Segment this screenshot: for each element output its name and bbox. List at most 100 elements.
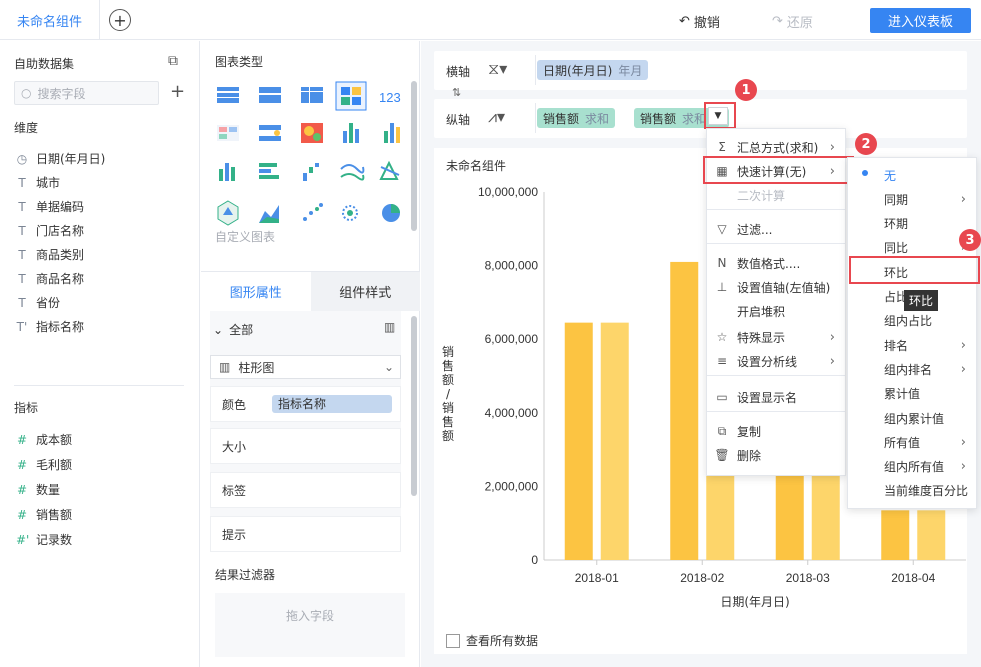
measure-field-item[interactable]: # 数量 [16,481,60,498]
submenu-item[interactable]: 环期 [848,214,976,234]
chart-type-scrollbar[interactable] [411,81,417,231]
dimension-icon: T [18,223,26,238]
y-tick-label: 2,000,000 [485,479,539,493]
color-field-pill[interactable]: 指标名称 [272,395,392,413]
menu-item[interactable]: ☆ 特殊显示 › [707,327,845,347]
submenu-item[interactable]: 累计值 [848,384,976,404]
menu-item[interactable]: Σ 汇总方式(求和) › [707,137,845,157]
dimension-field-item[interactable]: T 商品名称 [16,270,84,287]
dimension-icon: T [18,247,26,262]
ratio-highlight [849,256,980,284]
area-chart-icon [259,205,279,223]
add-field-icon[interactable]: + [170,81,185,102]
chevron-right-icon: › [960,191,966,207]
submenu-item-label: 所有值 [884,435,921,450]
swap-axis-icon[interactable]: ⇅ [452,86,461,99]
axis-divider [535,55,536,85]
measure-field-item[interactable]: # 成本额 [16,431,72,448]
menu-item[interactable]: ⧉ 复制 [707,421,845,441]
submenu-item[interactable]: 同比› [848,238,976,258]
dimension-field-item[interactable]: T 门店名称 [16,222,84,239]
submenu-item[interactable]: 排名 › [848,335,976,355]
submenu-item[interactable]: 当前维度百分比 [848,481,976,501]
measure-field-item[interactable]: #' 记录数 [16,531,72,548]
measure-field-item[interactable]: # 销售额 [16,506,72,523]
label-property[interactable]: 标签 [210,472,401,508]
menu-divider [707,243,845,244]
submenu-item[interactable]: 同期 › [848,189,976,209]
pane-divider[interactable] [14,385,184,386]
enter-dashboard-button[interactable]: 进入仪表板 [870,8,971,33]
property-tabs: 图形属性 组件样式 [201,271,420,311]
menu-item[interactable]: 开启堆积 [707,301,845,321]
tooltip-property[interactable]: 提示 [210,516,401,552]
menu-icon: ⊥ [716,280,728,294]
menu-icon: ▽ [717,222,727,236]
x-axis-type-icon[interactable]: ⧖▾ [488,59,507,79]
chevron-right-icon: › [960,337,966,353]
measure-field-item[interactable]: # 毛利额 [16,456,72,473]
field-dropdown-button[interactable]: ▼ [708,107,728,125]
menu-item[interactable]: ⊥ 设置值轴(左值轴) [707,277,845,297]
redo-icon: ↷ [772,14,783,29]
measure-icon: # [16,507,28,522]
dimension-field-item[interactable]: ◷ 日期(年月日) [16,150,106,167]
dimension-icon: T [18,175,26,190]
color-property[interactable]: 颜色 指标名称 [210,386,401,422]
menu-icon: N [717,256,727,270]
y-tick-label: 6,000,000 [485,332,539,346]
bar-chart-small-icon[interactable]: ▥ [384,320,395,334]
property-scrollbar[interactable] [411,316,417,496]
menu-icon: Σ [718,140,726,154]
axis-divider [535,103,536,133]
menu-item[interactable]: ≡ 设置分析线 › [707,351,845,371]
submenu-item[interactable]: 无 [848,165,976,185]
bar[interactable] [917,510,946,560]
size-property[interactable]: 大小 [210,428,401,464]
filter-drop-zone[interactable]: 拖入字段 [215,593,405,657]
switch-dataset-icon[interactable]: ⧉ [168,53,178,69]
field-label: 门店名称 [36,224,85,238]
bar[interactable] [670,261,699,560]
add-tab-icon[interactable]: + [109,9,131,31]
y-axis-field-pill-1[interactable]: 销售额 求和 [537,108,616,128]
all-section-toggle[interactable]: ⌄ 全部 [213,321,253,338]
menu-item-label: 数值格式.... [737,256,801,271]
bar[interactable] [600,322,629,560]
menu-item[interactable]: ▭ 设置显示名 [707,387,845,407]
menu-item[interactable]: ▽ 过滤... [707,219,845,239]
tab-component[interactable]: 未命名组件 [0,0,100,40]
submenu-item[interactable]: 组内占比 [848,311,976,331]
dimension-field-item[interactable]: T 单据编码 [16,198,84,215]
submenu-item[interactable]: 所有值 › [848,432,976,452]
search-field-input[interactable]: ○ 搜索字段 [14,81,159,105]
submenu-item[interactable]: 组内所有值 › [848,457,976,477]
top-bar: 未命名组件 + ↶ 撤销 ↷ 还原 进入仪表板 [0,0,981,40]
redo-button[interactable]: ↷ 还原 [772,12,813,31]
field-label: 销售额 [36,508,73,522]
bar[interactable] [564,322,593,560]
menu-item[interactable]: N 数值格式.... [707,253,845,273]
dimension-field-item[interactable]: T 城市 [16,174,60,191]
tab-component-style[interactable]: 组件样式 [310,272,420,311]
dimension-field-item[interactable]: T 省份 [16,294,60,311]
submenu-item-label: 无 [884,168,897,183]
field-label: 毛利额 [36,458,73,472]
kpi-icon: 123 [379,90,401,105]
step-badge-2: 2 [855,133,877,155]
submenu-item[interactable]: 组内累计值 [848,408,976,428]
y-tick-label: 4,000,000 [485,406,539,420]
show-all-data-checkbox[interactable]: 查看所有数据 [446,632,538,649]
x-tick-label: 2018-04 [891,571,935,585]
bar[interactable] [881,510,910,560]
dimension-field-item[interactable]: T' 指标名称 [16,318,84,335]
menu-item[interactable]: 🗑 删除 [707,445,845,465]
y-axis-type-icon[interactable]: ⩘▾ [488,107,505,127]
submenu-item[interactable]: 组内排名 › [848,359,976,379]
dimension-field-item[interactable]: T 商品类别 [16,246,84,263]
y-axis-label: 纵轴 [446,113,471,127]
x-axis-field-pill[interactable]: 日期(年月日) 年月 [537,60,649,80]
tab-graph-properties[interactable]: 图形属性 [201,272,311,311]
undo-button[interactable]: ↶ 撤销 [679,12,720,31]
chart-type-select[interactable]: ▥ 柱形图 ⌄ [210,355,401,379]
